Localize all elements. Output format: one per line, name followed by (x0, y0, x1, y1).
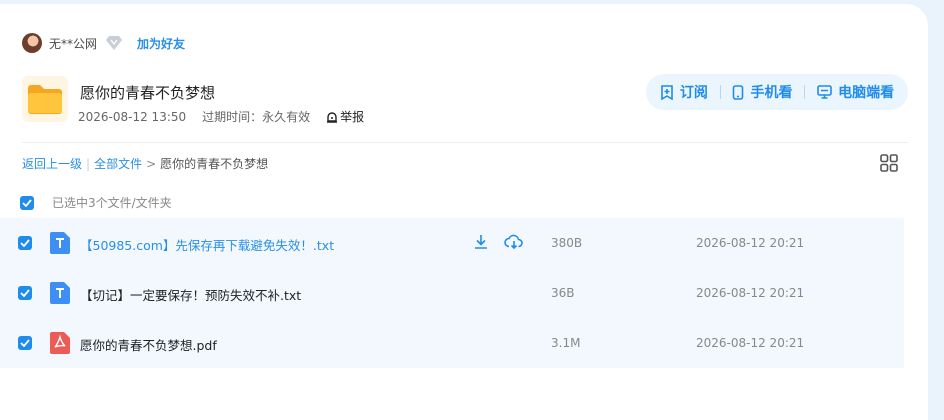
file-list: 【50985.com】先保存再下载避免失效！.txt 380B 2026-08-… (0, 218, 904, 368)
desktop-view-label: 电脑端看 (838, 85, 895, 101)
file-date: 2026-08-12 20:21 (696, 336, 805, 350)
file-name[interactable]: 【切记】一定要保存！预防失效不补.txt (80, 285, 301, 304)
mobile-view-label: 手机看 (750, 85, 793, 101)
vip-diamond-icon (105, 35, 123, 51)
download-icon[interactable] (472, 233, 490, 251)
report-icon (327, 111, 338, 123)
action-separator (804, 85, 806, 99)
txt-file-icon (50, 232, 70, 254)
breadcrumb-back[interactable]: 返回上一级 (22, 155, 82, 172)
breadcrumb: 返回上一级 | 全部文件 > 愿你的青春不负梦想 (22, 155, 268, 172)
file-date: 2026-08-12 20:21 (696, 286, 805, 300)
file-size: 380B (551, 236, 583, 250)
file-size: 3.1M (551, 336, 581, 350)
cloud-save-icon[interactable] (504, 233, 524, 251)
breadcrumb-current: 愿你的青春不负梦想 (160, 157, 269, 171)
report-button[interactable]: 举报 (326, 108, 364, 125)
select-all-row: 已选中3个文件/文件夹 (20, 194, 172, 211)
owner-info: 无**公网 加为好友 (22, 32, 185, 54)
header-divider (22, 142, 908, 143)
pdf-file-icon (50, 332, 70, 354)
desktop-view-button[interactable]: 电脑端看 (817, 82, 894, 102)
file-row[interactable]: 【50985.com】先保存再下载避免失效！.txt 380B 2026-08-… (0, 218, 904, 268)
share-card: 无**公网 加为好友 愿你的青春不负梦想 2026-08-12 13:50 过期… (0, 4, 928, 420)
check-icon (22, 198, 32, 207)
action-separator (719, 85, 721, 99)
file-checkbox[interactable] (18, 236, 32, 250)
view-actions: 订阅 手机看 电脑端看 (646, 74, 908, 110)
monitor-icon (817, 85, 832, 99)
file-row[interactable]: 愿你的青春不负梦想.pdf 3.1M 2026-08-12 20:21 (0, 318, 904, 368)
file-name[interactable]: 愿你的青春不负梦想.pdf (80, 335, 217, 354)
avatar[interactable] (22, 33, 42, 53)
subscribe-button[interactable]: 订阅 (660, 82, 708, 102)
breadcrumb-all-files[interactable]: 全部文件 (94, 155, 142, 172)
file-size: 36B (551, 286, 575, 300)
selection-count: 已选中3个文件/文件夹 (52, 196, 172, 210)
subscribe-label: 订阅 (679, 85, 708, 101)
check-icon (20, 289, 30, 297)
bookmark-add-icon (661, 84, 673, 100)
txt-file-icon (50, 282, 70, 304)
folder-expire: 过期时间：永久有效 (202, 110, 311, 124)
phone-icon (733, 84, 744, 100)
mobile-view-button[interactable]: 手机看 (732, 82, 792, 102)
add-friend-link[interactable]: 加为好友 (137, 35, 185, 52)
breadcrumb-divider: | (86, 156, 91, 171)
check-icon (20, 339, 30, 347)
folder-meta: 2026-08-12 13:50 过期时间：永久有效 举报 (78, 108, 364, 125)
folder-icon (22, 76, 68, 122)
folder-date: 2026-08-12 13:50 (78, 109, 187, 124)
file-date: 2026-08-12 20:21 (696, 236, 805, 250)
file-row-actions (472, 233, 524, 251)
file-checkbox[interactable] (18, 286, 32, 300)
select-all-checkbox[interactable] (20, 195, 34, 210)
report-label: 举报 (340, 110, 365, 124)
file-checkbox[interactable] (18, 336, 32, 350)
grid-view-icon[interactable] (880, 154, 898, 172)
file-name[interactable]: 【50985.com】先保存再下载避免失效！.txt (80, 235, 334, 254)
file-row[interactable]: 【切记】一定要保存！预防失效不补.txt 36B 2026-08-12 20:2… (0, 268, 904, 318)
breadcrumb-separator: > (146, 156, 157, 171)
check-icon (20, 239, 30, 247)
folder-title: 愿你的青春不负梦想 (80, 84, 216, 102)
owner-name: 无**公网 (49, 36, 98, 51)
